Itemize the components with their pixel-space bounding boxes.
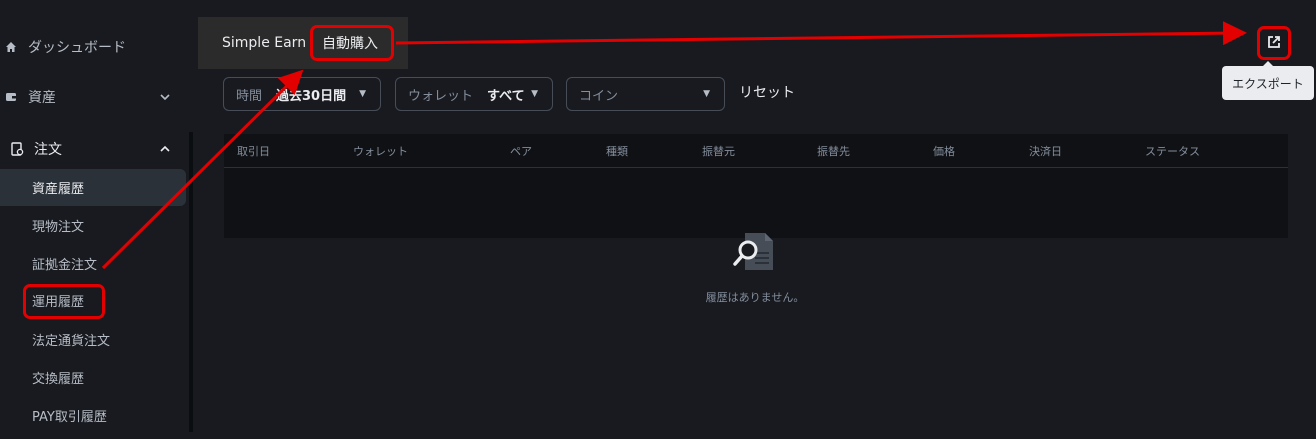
column-header: 種類 xyxy=(606,145,628,158)
filter-value: 過去30日間 xyxy=(276,88,347,104)
sidebar-item-margin-orders[interactable]: 証拠金注文 xyxy=(0,245,186,282)
sidebar-item-spot-orders[interactable]: 現物注文 xyxy=(0,207,186,244)
tab-simple-earn[interactable]: Simple Earn xyxy=(222,17,306,69)
coin-filter-select[interactable]: コイン ▼ xyxy=(566,77,725,111)
sidebar: ダッシュボード 資産 注文 資産履歴 現物注文 証拠金注文 運用履歴 法定通貨注… xyxy=(0,0,196,439)
filter-value: すべて xyxy=(487,88,525,104)
chevron-up-icon xyxy=(160,141,170,157)
column-header: 振替先 xyxy=(817,145,850,158)
sidebar-item-assets[interactable]: 資産 xyxy=(0,72,186,122)
column-header: ペア xyxy=(510,145,532,158)
tab-bar: Simple Earn 自動購入 xyxy=(198,17,408,69)
no-results-icon xyxy=(733,230,777,274)
export-button[interactable] xyxy=(1257,26,1291,60)
sidebar-item-label: ダッシュボード xyxy=(28,40,126,56)
sidebar-item-fiat-orders[interactable]: 法定通貨注文 xyxy=(0,321,186,358)
chevron-down-icon xyxy=(160,89,170,105)
column-header: ステータス xyxy=(1145,145,1200,158)
order-icon xyxy=(10,142,24,156)
filter-label: ウォレット xyxy=(408,88,474,104)
sidebar-item-label: 証拠金注文 xyxy=(32,258,98,273)
sidebar-item-pay-history[interactable]: PAY取引履歴 xyxy=(0,397,186,434)
column-header: 取引日 xyxy=(237,145,270,158)
column-header: ウォレット xyxy=(353,145,408,158)
column-header: 決済日 xyxy=(1029,145,1062,158)
column-header: 価格 xyxy=(933,145,955,158)
sidebar-item-label: 運用履歴 xyxy=(32,295,85,310)
table-header: 取引日 ウォレット ペア 種類 振替元 振替先 価格 決済日 ステータス xyxy=(224,134,1288,168)
table-body xyxy=(224,168,1288,238)
sidebar-item-label: 交換履歴 xyxy=(32,372,85,387)
caret-down-icon: ▼ xyxy=(703,89,710,99)
caret-down-icon: ▼ xyxy=(359,89,366,99)
sidebar-item-earn-history[interactable]: 運用履歴 xyxy=(0,282,186,319)
time-filter-select[interactable]: 時間 過去30日間 ▼ xyxy=(223,77,381,111)
export-tooltip: エクスポート xyxy=(1222,66,1314,100)
home-icon xyxy=(4,40,18,54)
wallet-icon xyxy=(4,90,18,104)
sidebar-item-label: 注文 xyxy=(34,142,62,158)
caret-down-icon: ▼ xyxy=(531,89,538,99)
sidebar-item-label: 法定通貨注文 xyxy=(32,334,111,349)
external-link-icon xyxy=(1267,34,1281,53)
wallet-filter-select[interactable]: ウォレット すべて ▼ xyxy=(395,77,553,111)
sidebar-item-convert-history[interactable]: 交換履歴 xyxy=(0,359,186,396)
sidebar-item-label: PAY取引履歴 xyxy=(32,410,107,425)
column-header: 振替元 xyxy=(702,145,735,158)
tab-label: 自動購入 xyxy=(322,36,378,52)
tab-auto-invest[interactable]: 自動購入 xyxy=(322,17,378,69)
empty-state-message: 履歴はありません。 xyxy=(705,291,805,304)
filter-label: 時間 xyxy=(236,88,263,104)
tab-label: Simple Earn xyxy=(222,35,307,51)
sidebar-item-label: 資産履歴 xyxy=(32,182,85,197)
sidebar-scrollbar[interactable] xyxy=(189,132,193,432)
sidebar-item-dashboard[interactable]: ダッシュボード xyxy=(0,22,186,72)
annotation-arrow-to-export xyxy=(395,21,1247,46)
sidebar-item-label: 資産 xyxy=(28,90,56,106)
sidebar-item-label: 現物注文 xyxy=(32,220,85,235)
reset-button[interactable]: リセット xyxy=(739,82,795,102)
sidebar-item-asset-history[interactable]: 資産履歴 xyxy=(0,169,186,206)
sidebar-item-orders[interactable]: 注文 xyxy=(0,124,186,174)
filter-placeholder: コイン xyxy=(579,88,619,104)
